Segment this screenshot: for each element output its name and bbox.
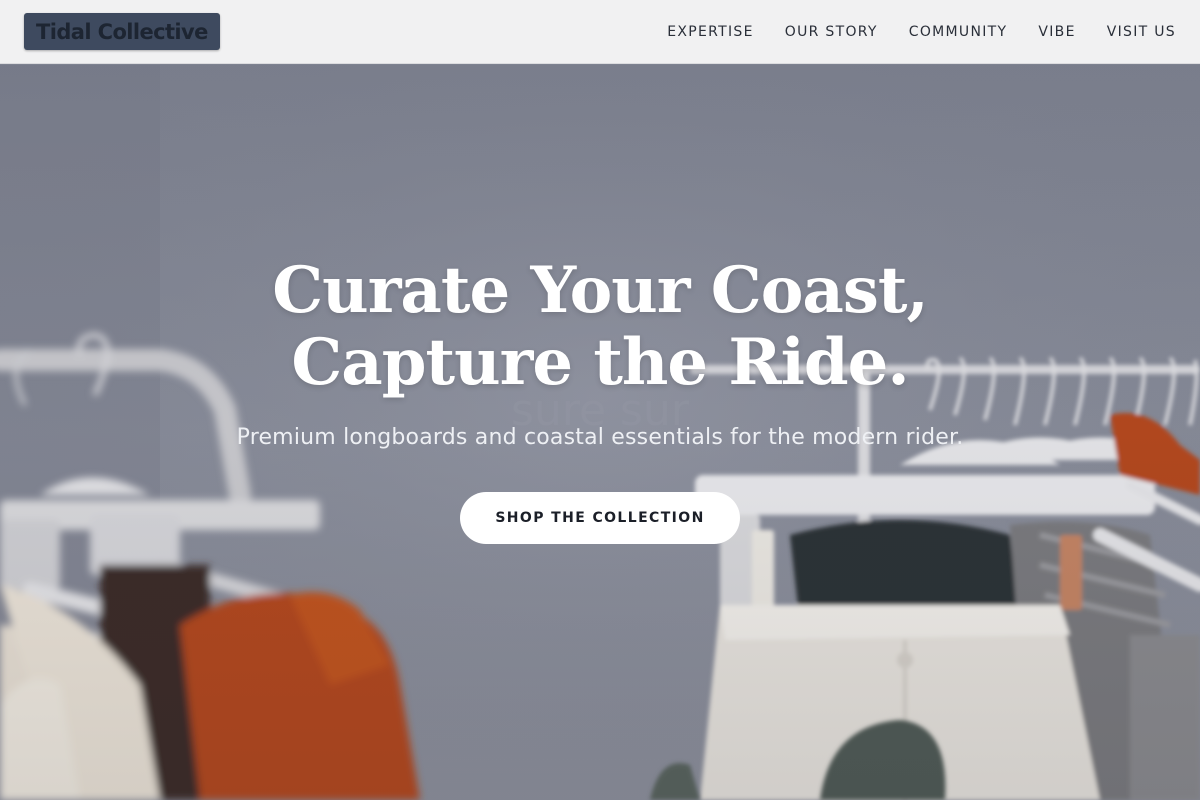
hero-section: sure sur xyxy=(0,65,1200,800)
hero-headline-line-2: Capture the Ride. xyxy=(291,325,909,400)
hero-content: Curate Your Coast, Capture the Ride. Pre… xyxy=(0,255,1200,544)
hero-headline: Curate Your Coast, Capture the Ride. xyxy=(0,255,1200,399)
nav-link-expertise[interactable]: EXPERTISE xyxy=(667,24,754,40)
nav-link-our-story[interactable]: OUR STORY xyxy=(785,24,878,40)
hero-headline-line-1: Curate Your Coast, xyxy=(272,253,929,328)
nav-link-vibe[interactable]: VIBE xyxy=(1038,24,1075,40)
hero-subtitle: Premium longboards and coastal essential… xyxy=(236,425,964,450)
main-nav: EXPERTISE OUR STORY COMMUNITY VIBE VISIT… xyxy=(667,24,1176,40)
nav-link-visit-us[interactable]: VISIT US xyxy=(1107,24,1176,40)
nav-link-community[interactable]: COMMUNITY xyxy=(909,24,1008,40)
brand-logo[interactable]: Tidal Collective xyxy=(24,13,220,50)
top-navbar: Tidal Collective EXPERTISE OUR STORY COM… xyxy=(0,0,1200,64)
shop-collection-button[interactable]: SHOP THE COLLECTION xyxy=(460,492,740,544)
